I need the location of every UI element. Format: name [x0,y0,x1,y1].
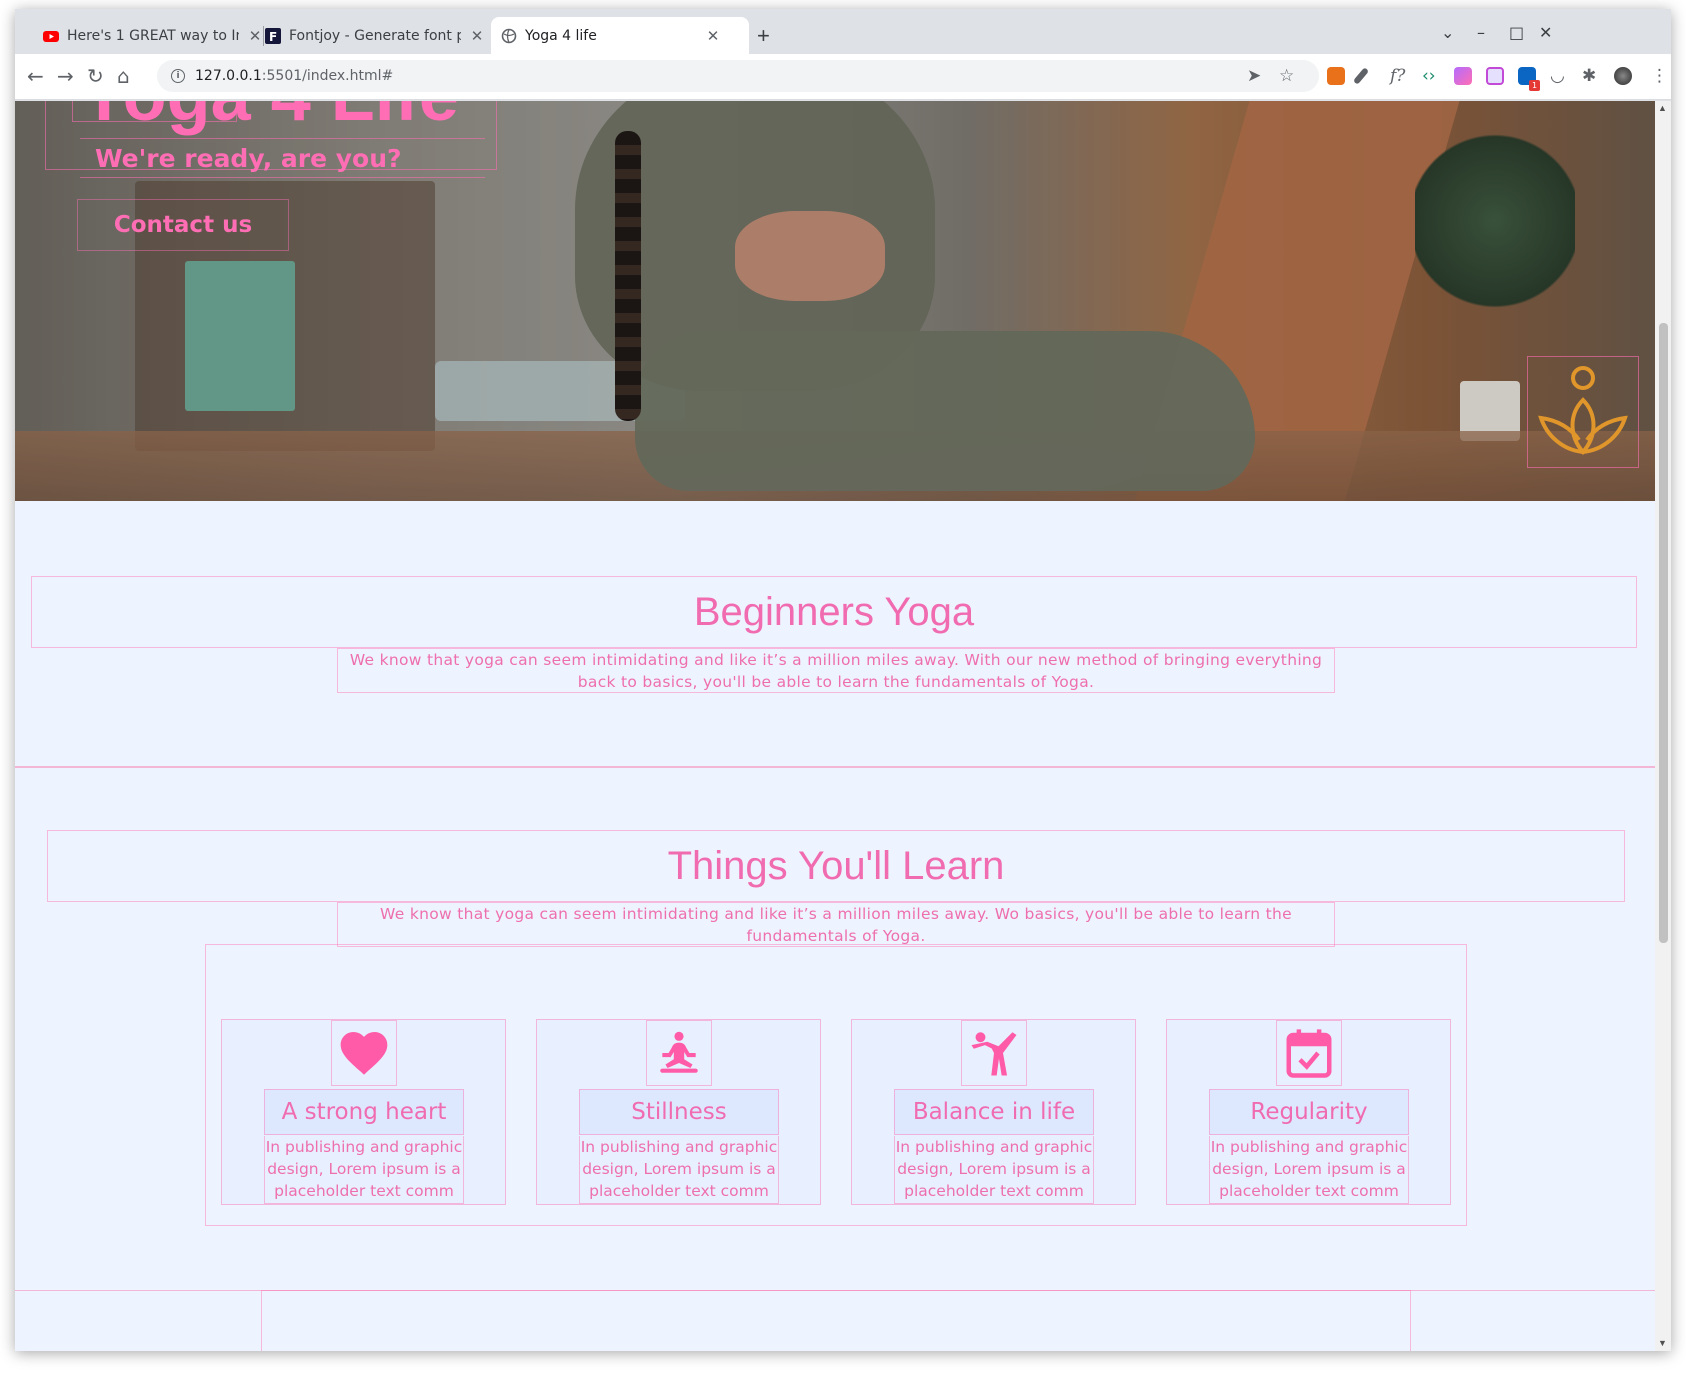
hero-title: Yoga 4 Life [80,101,459,136]
puzzle-extensions-icon[interactable]: ✱ [1582,66,1596,86]
feature-text: In publishing and graphic design, Lorem … [579,1136,779,1204]
calendar-check-icon [1286,1029,1332,1078]
feature-icon-box [331,1020,397,1086]
new-tab-button[interactable]: + [757,25,770,47]
feature-title: Balance in life [894,1089,1094,1135]
close-icon[interactable]: ✕ [469,27,485,45]
feature-icon-box [961,1020,1027,1086]
page-viewport: Yoga 4 Life We're ready, are you? Contac… [15,101,1655,1351]
svg-text:F: F [269,30,277,44]
close-icon[interactable]: ✕ [705,27,721,45]
profile-avatar[interactable] [1614,67,1632,85]
forward-icon[interactable]: → [57,64,74,88]
browser-toolbar: ← → ↻ ⌂ i 127.0.0.1:5501/index.html# ➤ ☆… [15,54,1671,100]
extension-badge: 1 [1529,80,1540,91]
eyedropper-extension-icon[interactable] [1352,67,1370,85]
feature-card: Regularity In publishing and graphic des… [1166,1019,1451,1205]
feature-title: Stillness [579,1089,779,1135]
hero-subtitle: We're ready, are you? [80,138,485,178]
back-icon[interactable]: ← [27,64,44,88]
site-info-icon[interactable]: i [171,69,185,83]
next-section-outline [261,1290,1411,1351]
tab-strip: Here's 1 GREAT way to Imp ✕ F Fontjoy - … [15,9,1671,54]
tab-title: Fontjoy - Generate font pa [289,27,461,44]
feature-title: A strong heart [264,1089,464,1135]
gradient-extension-icon[interactable] [1454,67,1472,85]
tab-youtube[interactable]: Here's 1 GREAT way to Imp ✕ [33,17,273,54]
page-scrollbar[interactable]: ▲ ▼ [1655,101,1671,1351]
beginners-text: We know that yoga can seem intimidating … [337,648,1335,693]
feature-card: Balance in life In publishing and graphi… [851,1019,1136,1205]
feature-title: Regularity [1209,1089,1409,1135]
scroll-up-icon[interactable]: ▲ [1658,103,1667,113]
address-bar[interactable]: i 127.0.0.1:5501/index.html# [157,60,1319,92]
feature-card: Stillness In publishing and graphic desi… [536,1019,821,1205]
meditation-icon [660,1031,698,1073]
lotus-icon [1538,366,1628,456]
send-icon[interactable]: ➤ [1247,66,1261,86]
youtube-icon [43,30,59,42]
beginners-title: Beginners Yoga [31,576,1637,648]
feature-text: In publishing and graphic design, Lorem … [1209,1136,1409,1204]
learn-text: We know that yoga can seem intimidating … [337,902,1335,947]
scrollbar-thumb[interactable] [1659,323,1668,943]
maximize-icon[interactable]: □ [1509,23,1524,42]
section-divider [15,766,1655,768]
tab-title: Here's 1 GREAT way to Imp [67,27,239,44]
feature-icon-box [1276,1020,1342,1086]
tab-search-icon[interactable]: ⌄ [1441,23,1454,42]
scroll-down-icon[interactable]: ▼ [1658,1338,1667,1348]
url-text: 127.0.0.1:5501/index.html# [195,68,394,84]
close-window-icon[interactable]: ✕ [1539,23,1552,42]
feature-card: A strong heart In publishing and graphic… [221,1019,506,1205]
contact-us-button[interactable]: Contact us [77,199,289,251]
megaphone-extension-icon[interactable] [1327,67,1345,85]
tab-title: Yoga 4 life [525,27,597,44]
home-icon[interactable]: ⌂ [117,64,130,88]
lotus-logo[interactable] [1527,356,1639,468]
menu-kebab-icon[interactable]: ⋮ [1651,66,1668,86]
heart-icon [340,1032,388,1075]
font-extension-icon[interactable]: f? [1390,66,1405,86]
globe-icon [501,28,517,43]
bookmark-star-icon[interactable]: ☆ [1279,66,1294,86]
yoga-pose-icon [971,1032,1017,1076]
feature-icon-box [646,1020,712,1086]
minimize-icon[interactable]: – [1477,23,1485,42]
learn-title: Things You'll Learn [47,830,1625,902]
tab-fontjoy[interactable]: F Fontjoy - Generate font pa ✕ [255,17,495,54]
tab-yoga[interactable]: Yoga 4 life ✕ [491,17,749,54]
code-extension-icon[interactable]: ‹› [1422,66,1436,86]
feature-text: In publishing and graphic design, Lorem … [264,1136,464,1204]
pocket-icon[interactable]: ◡ [1550,66,1565,86]
layers-extension-icon[interactable] [1486,67,1504,85]
feature-text: In publishing and graphic design, Lorem … [894,1136,1094,1204]
fontjoy-icon: F [265,27,281,44]
hero-section: Yoga 4 Life We're ready, are you? Contac… [15,101,1655,501]
reload-icon[interactable]: ↻ [87,64,104,88]
browser-window: Here's 1 GREAT way to Imp ✕ F Fontjoy - … [15,9,1671,1351]
features-grid: A strong heart In publishing and graphic… [205,944,1467,1226]
